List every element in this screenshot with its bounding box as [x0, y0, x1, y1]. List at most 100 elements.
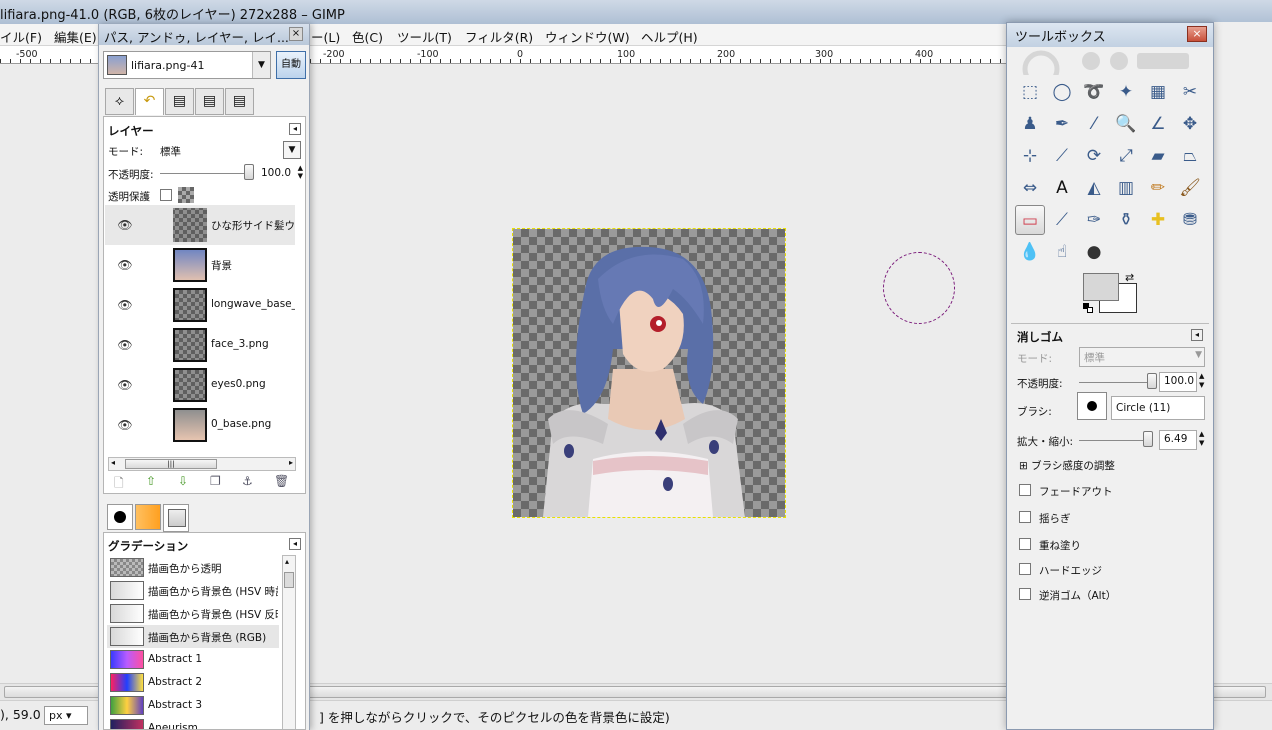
panel-menu-icon[interactable]: ◂	[1191, 329, 1203, 341]
tab-layers-2[interactable]: ▤	[225, 88, 254, 115]
opacity-value[interactable]: 100.0	[261, 167, 291, 179]
eye-icon[interactable]: 👁	[117, 258, 133, 272]
foreground-color-swatch[interactable]	[1083, 273, 1119, 301]
rect-select-icon[interactable]: ⬚	[1015, 77, 1045, 107]
rotate-icon[interactable]: ⟳	[1079, 141, 1109, 171]
measure-icon[interactable]: ∠	[1143, 109, 1173, 139]
dynamics-expander[interactable]: ⊞ ブラシ感度の調整	[1019, 458, 1115, 473]
menu-help[interactable]: ヘルプ(H)	[641, 27, 698, 46]
opacity-slider-track[interactable]	[160, 173, 250, 174]
layer-list-hscroll[interactable]: ◂ ||| ▸	[108, 457, 296, 471]
new-layer-icon[interactable]: 🗋	[114, 474, 124, 495]
spin-arrows-icon[interactable]: ▲ ▼	[298, 164, 303, 180]
lower-layer-icon[interactable]: ⇩	[178, 474, 188, 488]
layer-name[interactable]: eyes0.png	[211, 378, 295, 390]
tab-undo[interactable]: ↶	[135, 88, 164, 115]
scale-icon[interactable]: ⤢	[1111, 141, 1141, 171]
panel-menu-icon[interactable]: ◂	[289, 123, 301, 135]
layer-row[interactable]: 👁 ひな形サイド髪ウェ	[105, 205, 295, 245]
airbrush-icon[interactable]: ⟋	[1047, 205, 1077, 235]
anti-erase-checkbox[interactable]	[1019, 588, 1031, 600]
fuzzy-select-icon[interactable]: ✦	[1111, 77, 1141, 107]
gradient-list-vscroll[interactable]: ▴	[282, 555, 296, 729]
swap-colors-icon[interactable]: ⇄	[1125, 271, 1134, 284]
free-select-icon[interactable]: ➰	[1079, 77, 1109, 107]
foreground-select-icon[interactable]: ♟	[1015, 109, 1045, 139]
unit-select[interactable]: px ▾	[44, 706, 88, 725]
layer-name[interactable]: ひな形サイド髪ウェ	[211, 218, 295, 233]
gradient-item[interactable]: Abstract 2	[107, 671, 279, 694]
smudge-icon[interactable]: ☝	[1047, 237, 1077, 267]
panel-menu-icon[interactable]: ◂	[289, 538, 301, 550]
scissors-icon[interactable]: ✂	[1175, 77, 1205, 107]
scroll-left-icon[interactable]: ◂	[111, 458, 115, 467]
auto-button[interactable]: 自動	[276, 51, 306, 79]
ellipse-select-icon[interactable]: ◯	[1047, 77, 1077, 107]
blur-icon[interactable]: 💧	[1015, 237, 1045, 267]
color-picker-icon[interactable]: ⁄	[1079, 109, 1109, 139]
layer-name[interactable]: 背景	[211, 258, 295, 273]
scrollbar-thumb[interactable]: |||	[125, 459, 217, 469]
tab-paths[interactable]: ⟡	[105, 88, 134, 115]
scroll-right-icon[interactable]: ▸	[289, 458, 293, 467]
incremental-checkbox[interactable]	[1019, 538, 1031, 550]
menu-colors[interactable]: 色(C)	[352, 27, 383, 46]
reset-colors-icon[interactable]	[1083, 303, 1093, 313]
tab-patterns[interactable]	[135, 504, 161, 530]
scale-slider-knob[interactable]	[1143, 431, 1153, 447]
layer-row[interactable]: 👁 longwave_base_2	[105, 285, 295, 325]
eraser-icon[interactable]: ▭	[1015, 205, 1045, 235]
spin-arrows-icon[interactable]: ▲ ▼	[1199, 372, 1204, 390]
gradient-item[interactable]: Abstract 1	[107, 648, 279, 671]
image-selector[interactable]: lifiara.png-41 ▼	[103, 51, 271, 79]
blend-icon[interactable]: ▥	[1111, 173, 1141, 203]
image-canvas[interactable]	[512, 228, 786, 518]
perspective-clone-icon[interactable]: ⛃	[1175, 205, 1205, 235]
fade-out-checkbox[interactable]	[1019, 484, 1031, 496]
layer-name[interactable]: 0_base.png	[211, 418, 295, 430]
paths-icon[interactable]: ✒	[1047, 109, 1077, 139]
heal-icon[interactable]: ✚	[1143, 205, 1173, 235]
chevron-down-icon[interactable]: ▼	[252, 52, 270, 78]
dodge-burn-icon[interactable]: ●	[1079, 237, 1109, 267]
layer-name[interactable]: longwave_base_2	[211, 298, 295, 310]
opacity-slider-knob[interactable]	[1147, 373, 1157, 389]
mode-select[interactable]: 標準 ▼	[1079, 347, 1205, 367]
tab-layers[interactable]: ▤	[165, 88, 194, 115]
layer-row[interactable]: 👁 0_base.png	[105, 405, 295, 445]
ink-icon[interactable]: ✑	[1079, 205, 1109, 235]
eye-icon[interactable]: 👁	[117, 218, 133, 232]
hard-edge-checkbox[interactable]	[1019, 563, 1031, 575]
layer-name[interactable]: face_3.png	[211, 338, 295, 350]
text-icon[interactable]: A	[1047, 173, 1077, 203]
lock-alpha-checkbox[interactable]	[160, 189, 172, 201]
raise-layer-icon[interactable]: ⇧	[146, 474, 156, 488]
pencil-icon[interactable]: ✏	[1143, 173, 1173, 203]
zoom-icon[interactable]: 🔍	[1111, 109, 1141, 139]
layer-row[interactable]: 👁 eyes0.png	[105, 365, 295, 405]
layer-row[interactable]: 👁 face_3.png	[105, 325, 295, 365]
opacity-slider-track[interactable]	[1079, 382, 1155, 383]
clone-icon[interactable]: ⚱	[1111, 205, 1141, 235]
align-icon[interactable]: ⊹	[1015, 141, 1045, 171]
scale-slider-track[interactable]	[1079, 440, 1153, 441]
gradient-item[interactable]: Aneurism	[107, 717, 279, 729]
gradient-item[interactable]: 描画色から背景色 (HSV 反時	[107, 602, 279, 625]
layer-row[interactable]: 👁 背景	[105, 245, 295, 285]
tab-gradients[interactable]	[163, 504, 189, 532]
color-select-icon[interactable]: ▦	[1143, 77, 1173, 107]
menu-windows[interactable]: ウィンドウ(W)	[545, 27, 630, 46]
brush-preview[interactable]	[1077, 392, 1107, 420]
gradient-item[interactable]: 描画色から透明	[107, 556, 279, 579]
delete-layer-icon[interactable]: 🗑	[274, 474, 289, 488]
gradient-item[interactable]: Abstract 3	[107, 694, 279, 717]
menu-layer[interactable]: ー(L)	[311, 27, 340, 46]
gradient-item[interactable]: 描画色から背景色 (RGB)	[107, 625, 279, 648]
eye-icon[interactable]: 👁	[117, 338, 133, 352]
bucket-fill-icon[interactable]: ◭	[1079, 173, 1109, 203]
menu-filters[interactable]: フィルタ(R)	[465, 27, 533, 46]
paintbrush-icon[interactable]: 🖌	[1175, 173, 1205, 203]
opacity-slider-knob[interactable]	[244, 164, 254, 180]
close-icon[interactable]: ×	[289, 27, 303, 41]
spin-arrows-icon[interactable]: ▲ ▼	[1199, 430, 1204, 448]
